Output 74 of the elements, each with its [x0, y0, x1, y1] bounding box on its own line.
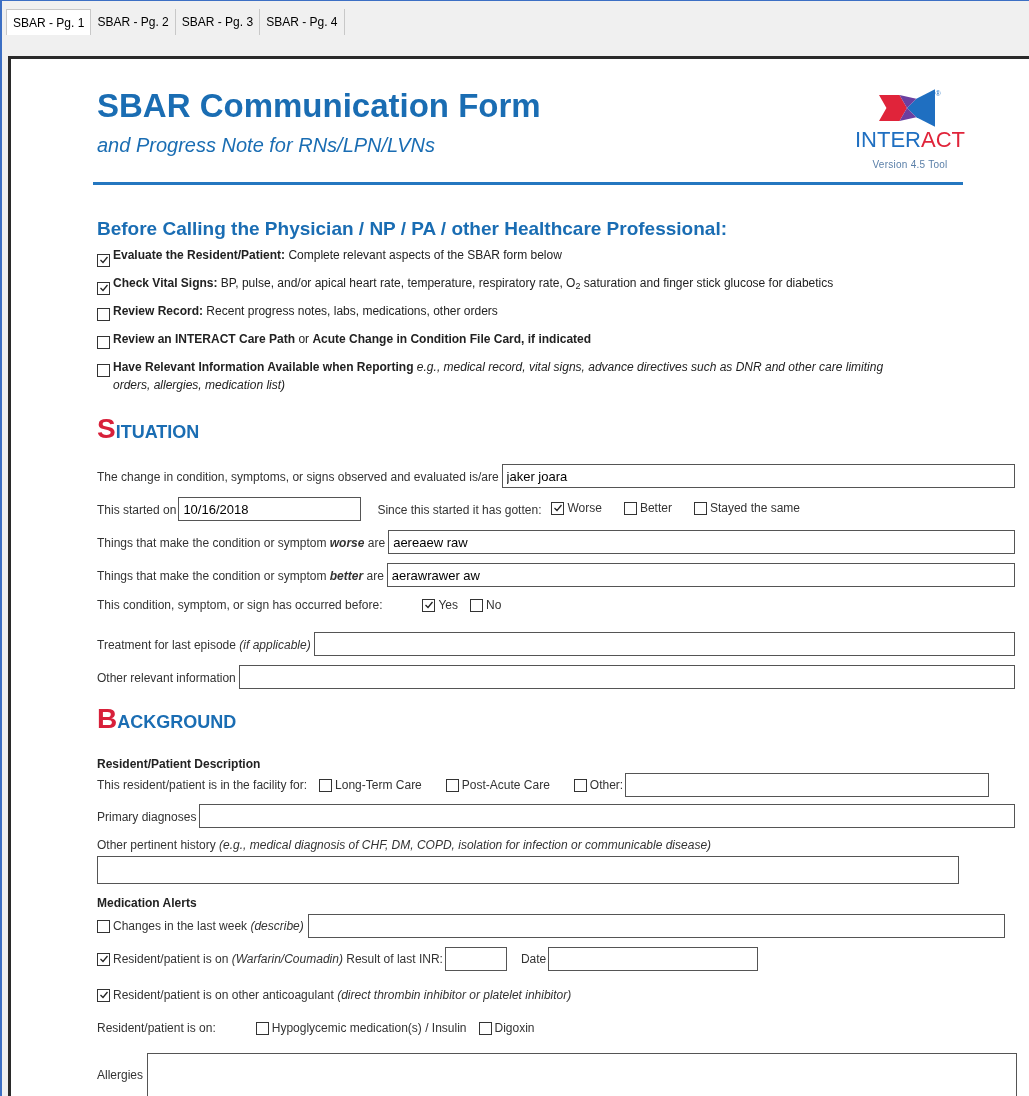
- option-label: Worse: [567, 500, 602, 517]
- field-label: This started on: [97, 502, 177, 519]
- checklist-text: Check Vital Signs: BP, pulse, and/or apical heart rate, temperature, respiratory rate, O$_{2}$ saturation and finger stick glucose for diabetics: [113, 275, 834, 292]
- text-field[interactable]: aereaew raw: [388, 530, 1015, 554]
- section-heading: Before Calling the Physician / NP / PA / other Healthcare Professional:: [97, 216, 728, 241]
- checkbox[interactable]: [97, 952, 110, 966]
- form-title: SBAR Communication Form: [97, 88, 541, 122]
- checklist-text: Review Record: Recent progress notes, labs, medications, other orders: [113, 303, 498, 320]
- field-label: Resident/patient is on (Warfarin/Coumadin) Result of last INR:: [113, 951, 443, 968]
- form-subtitle: and Progress Note for RNs/LPN/LVNs: [97, 132, 436, 158]
- text-field[interactable]: [444, 947, 507, 971]
- subheading: Medication Alerts: [97, 896, 197, 910]
- text-field[interactable]: aerawrawer aw: [386, 563, 1015, 587]
- version-label: Version 4.5 Tool: [872, 157, 948, 172]
- option-label: Digoxin: [494, 1020, 535, 1037]
- checkbox[interactable]: [319, 778, 333, 792]
- section-heading: SITUATION: [97, 412, 201, 443]
- checkbox[interactable]: [97, 253, 110, 267]
- text-field[interactable]: [313, 632, 1015, 656]
- checkbox[interactable]: [623, 501, 637, 515]
- checkbox[interactable]: [573, 778, 587, 792]
- field-label: This resident/patient is in the facility for:: [97, 777, 308, 794]
- option-label: Other:: [589, 777, 624, 794]
- field-label: Things that make the condition or symptom better are: [97, 568, 384, 585]
- checkbox[interactable]: [97, 336, 110, 349]
- text-field[interactable]: [147, 1053, 1017, 1096]
- text-field[interactable]: [199, 804, 1015, 828]
- text-field[interactable]: [307, 914, 1005, 938]
- subheading: Resident/Patient Description: [97, 757, 261, 771]
- checkbox[interactable]: [97, 988, 110, 1002]
- text-field[interactable]: [548, 947, 759, 971]
- question-label: Since this started it has gotten:: [377, 502, 542, 519]
- field-label: This condition, symptom, or sign has occurred before:: [97, 597, 383, 614]
- text-field[interactable]: [97, 856, 959, 884]
- field-label: Date: [520, 951, 547, 968]
- checkbox[interactable]: [422, 598, 436, 612]
- text-field[interactable]: 10/16/2018: [178, 497, 362, 521]
- checkbox[interactable]: [445, 778, 459, 792]
- text-field[interactable]: [238, 665, 1015, 689]
- option-label: Long-Term Care: [335, 777, 422, 794]
- checkbox[interactable]: [97, 308, 110, 321]
- option-label: Post-Acute Care: [461, 777, 550, 794]
- checklist-text: Evaluate the Resident/Patient: Complete relevant aspects of the SBAR form below: [113, 247, 562, 264]
- checkbox[interactable]: [693, 501, 707, 515]
- field-label: The change in condition, symptoms, or signs observed and evaluated is/are: [97, 469, 499, 486]
- option-label: No: [486, 597, 502, 614]
- field-label: Primary diagnoses: [97, 809, 197, 826]
- checklist-text: Have Relevant Information Available when Reporting e.g., medical record, vital signs, advance directives such as DNR and other care limiting orders, allergies, medication list): [113, 359, 885, 394]
- option-label: Stayed the same: [709, 500, 800, 517]
- field-label: Treatment for last episode (if applicable): [97, 637, 311, 654]
- checkbox[interactable]: [551, 501, 565, 515]
- option-label: Better: [639, 500, 672, 517]
- logo-icon: [879, 88, 936, 127]
- checklist-text: Review an INTERACT Care Path or Acute Change in Condition File Card, if indicated: [113, 331, 592, 348]
- section-heading: BACKGROUND: [97, 702, 238, 733]
- field-label: Allergies: [97, 1067, 144, 1084]
- field-label: Changes in the last week (describe): [113, 918, 304, 935]
- text-field[interactable]: [625, 773, 989, 797]
- field-label: Resident/patient is on other anticoagulant (direct thrombin inhibitor or platelet inhibitor): [113, 987, 572, 1004]
- checkbox[interactable]: [478, 1021, 492, 1035]
- text-field[interactable]: jaker joara: [501, 464, 1015, 488]
- field-label: Other pertinent history (e.g., medical diagnosis of CHF, DM, COPD, isolation for infection or communicable disease): [97, 837, 713, 854]
- field-label: Things that make the condition or symptom worse are: [97, 535, 386, 552]
- option-label: Hypoglycemic medication(s) / Insulin: [271, 1020, 467, 1037]
- field-label: Resident/patient is on:: [97, 1020, 216, 1037]
- checkbox[interactable]: [97, 281, 110, 295]
- checkbox[interactable]: [255, 1021, 269, 1035]
- page-tab[interactable]: SBAR - Pg. 1: [6, 9, 92, 35]
- logo-text: INTERACT: [855, 128, 965, 151]
- field-label: Other relevant information: [97, 670, 236, 687]
- option-label: Yes: [438, 597, 459, 614]
- checkbox[interactable]: [97, 364, 110, 377]
- checkbox[interactable]: [470, 598, 484, 612]
- checkbox[interactable]: [97, 919, 110, 933]
